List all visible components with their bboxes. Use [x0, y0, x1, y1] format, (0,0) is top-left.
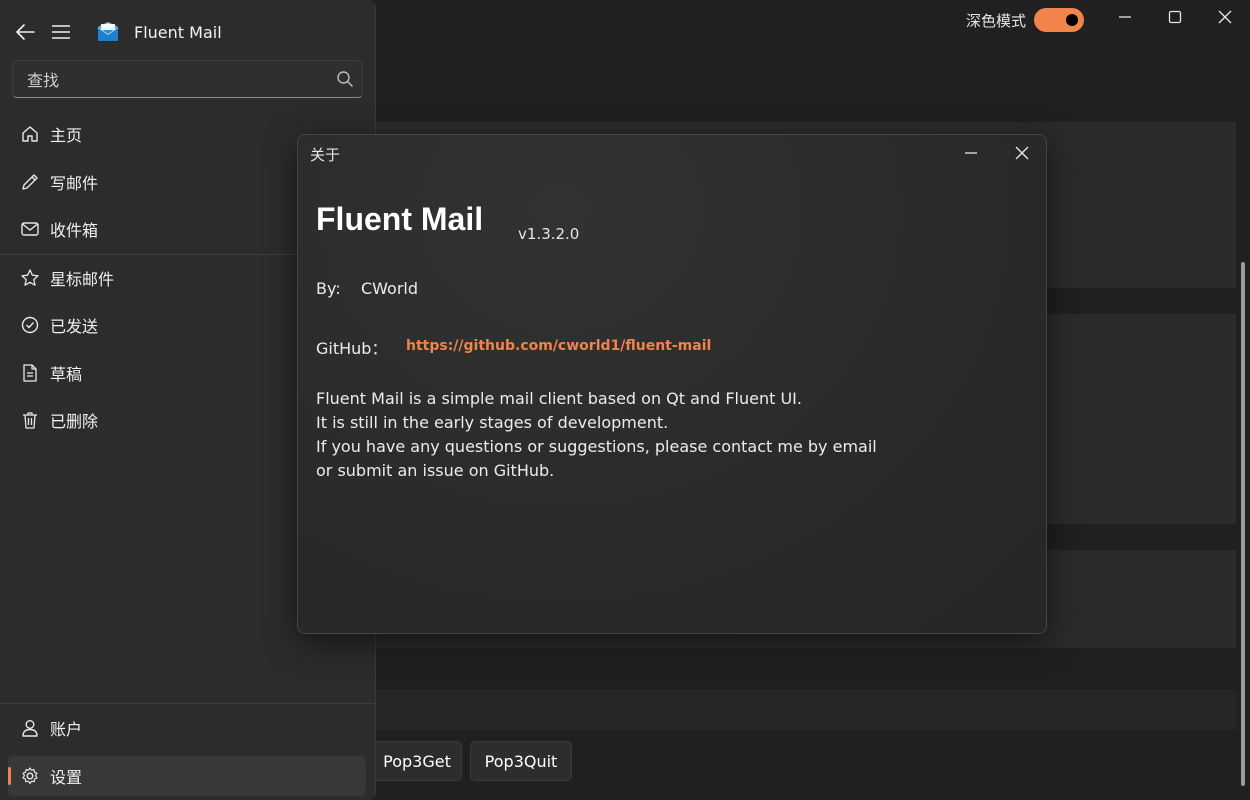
- author-name: CWorld: [361, 279, 419, 298]
- nav-item-label: 账户: [50, 720, 83, 739]
- app-title: Fluent Mail: [134, 22, 222, 42]
- selection-indicator: [8, 767, 11, 785]
- search-input[interactable]: [25, 69, 325, 91]
- github-link[interactable]: https://github.com/cworld1/fluent-mail: [406, 338, 711, 354]
- minimize-icon: [965, 152, 977, 154]
- nav-header: Fluent Mail: [12, 18, 375, 46]
- document-icon: [10, 363, 50, 383]
- mail-icon: [10, 219, 50, 239]
- nav-item-label: 已发送: [50, 317, 99, 336]
- nav-item-label: 设置: [50, 768, 83, 787]
- dialog-close-button[interactable]: [1007, 141, 1037, 165]
- menu-button[interactable]: [48, 19, 74, 45]
- description-line: or submit an issue on GitHub.: [316, 461, 555, 480]
- nav-item-label: 收件箱: [50, 221, 99, 240]
- search-box[interactable]: [12, 60, 363, 98]
- description-line: It is still in the early stages of devel…: [316, 413, 669, 432]
- maximize-icon: [1168, 10, 1182, 24]
- close-icon: [1218, 10, 1232, 24]
- nav-item-account[interactable]: 账户: [8, 708, 366, 748]
- back-arrow-icon: [16, 24, 35, 40]
- nav-item-settings[interactable]: 设置: [8, 756, 366, 796]
- hamburger-icon: [52, 25, 70, 39]
- nav-item-label: 星标邮件: [50, 270, 115, 289]
- about-app-name: Fluent Mail: [316, 201, 484, 237]
- about-dialog: 关于 Fluent Mail v1.3.2.0 By: CWorld GitHu…: [297, 134, 1047, 634]
- dark-mode-switch[interactable]: 深色模式: [966, 7, 1085, 33]
- trash-icon: [10, 410, 50, 430]
- close-icon: [1015, 146, 1029, 160]
- content-card: [376, 690, 1236, 730]
- dark-mode-label: 深色模式: [966, 11, 1027, 30]
- dialog-title: 关于: [310, 146, 341, 164]
- star-icon: [10, 268, 50, 288]
- search-icon[interactable]: [336, 70, 354, 92]
- description-line: Fluent Mail is a simple mail client base…: [316, 389, 802, 408]
- nav-item-label: 已删除: [50, 412, 99, 431]
- author-label: By:: [316, 279, 341, 298]
- about-version: v1.3.2.0: [518, 225, 580, 243]
- home-icon: [10, 124, 50, 144]
- close-button[interactable]: [1200, 0, 1250, 34]
- pop3get-button[interactable]: Pop3Get: [372, 741, 462, 781]
- nav-item-label: 草稿: [50, 365, 83, 384]
- maximize-button[interactable]: [1150, 0, 1200, 34]
- back-button[interactable]: [12, 19, 38, 45]
- github-label: GitHub：: [316, 339, 388, 358]
- description-line: If you have any questions or suggestions…: [316, 437, 877, 456]
- about-description: Fluent Mail is a simple mail client base…: [316, 387, 916, 483]
- check-circle-icon: [10, 315, 50, 335]
- pencil-icon: [10, 172, 50, 192]
- app-logo: [96, 21, 120, 43]
- nav-item-label: 主页: [50, 126, 83, 145]
- minimize-icon: [1119, 16, 1131, 18]
- person-icon: [10, 718, 50, 738]
- nav-item-label: 写邮件: [50, 174, 99, 193]
- pop3quit-button[interactable]: Pop3Quit: [470, 741, 572, 781]
- minimize-button[interactable]: [1100, 0, 1150, 34]
- nav-divider: [0, 703, 376, 704]
- dialog-minimize-button[interactable]: [956, 141, 986, 165]
- gear-icon: [10, 766, 50, 786]
- app-window: Pop3Get Pop3Quit 深色模式 Fluent Mail 查找 主页 …: [0, 0, 1250, 800]
- dark-mode-toggle[interactable]: [1034, 8, 1085, 32]
- vertical-scrollbar[interactable]: [1241, 262, 1245, 786]
- mail-logo-icon: [97, 22, 119, 41]
